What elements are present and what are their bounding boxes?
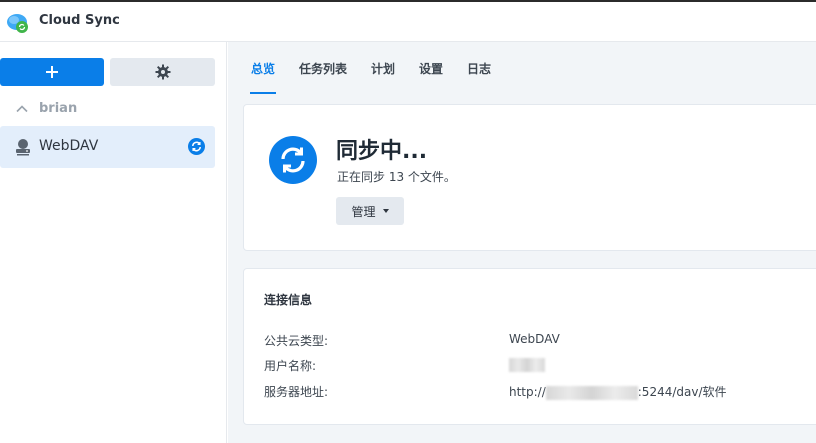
sidebar-item-webdav[interactable]: WebDAV [0,126,215,168]
status-subtitle: 正在同步 13 个文件。 [337,170,456,184]
group-header-brian[interactable]: brian [0,98,215,122]
sync-icon [188,138,205,155]
sidebar: brian WebDAV [0,42,227,443]
cloud-sync-logo-icon [7,14,28,33]
redacted-host [545,385,638,400]
tab-task-list[interactable]: 任务列表 [299,60,347,77]
sidebar-item-label: WebDAV [39,138,99,154]
tab-schedule[interactable]: 计划 [371,60,395,77]
info-row-server-address: 服务器地址: http:// :5244/dav/软件 [264,383,816,401]
title-bar: Cloud Sync [0,2,816,42]
info-key: 服务器地址: [264,385,329,399]
tab-overview[interactable]: 总览 [251,60,275,77]
sync-icon [269,136,317,184]
info-key: 用户名称: [264,359,317,373]
manage-label: 管理 [351,204,376,219]
info-row-cloud-type: 公共云类型: WebDAV [264,332,816,350]
connection-info-title: 连接信息 [264,293,313,307]
server-icon [16,139,30,156]
tab-settings[interactable]: 设置 [419,60,443,77]
tab-bar: 总览 任务列表 计划 设置 日志 [228,42,816,94]
chevron-up-icon [16,105,28,113]
connection-info-card: 连接信息 公共云类型: WebDAV 用户名称: 服务器地址: http://:… [243,268,816,425]
status-title: 同步中... [336,139,428,164]
sync-status-card: 同步中... 正在同步 13 个文件。 管理 [243,104,816,251]
info-value: http:// :5244/dav/软件 [509,383,727,400]
main-panel: 总览 任务列表 计划 设置 日志 同步中... 正在同步 13 个文件。 管理 … [228,42,816,443]
info-key: 公共云类型: [264,334,329,348]
plus-icon [46,66,58,78]
server-address-suffix: :5244/dav/软件 [637,385,727,399]
info-value: WebDAV [509,332,560,346]
info-row-username: 用户名称: [264,357,816,375]
settings-button[interactable] [110,58,215,86]
gear-icon [155,64,170,80]
info-value-redacted [509,357,545,372]
app-title: Cloud Sync [39,13,120,28]
group-label: brian [39,101,78,116]
tab-log[interactable]: 日志 [467,60,491,77]
server-address-prefix: http:// [509,385,546,399]
active-tab-indicator [250,92,276,94]
manage-dropdown-button[interactable]: 管理 [336,197,404,225]
add-task-button[interactable] [0,58,104,86]
caret-down-icon [382,209,389,213]
